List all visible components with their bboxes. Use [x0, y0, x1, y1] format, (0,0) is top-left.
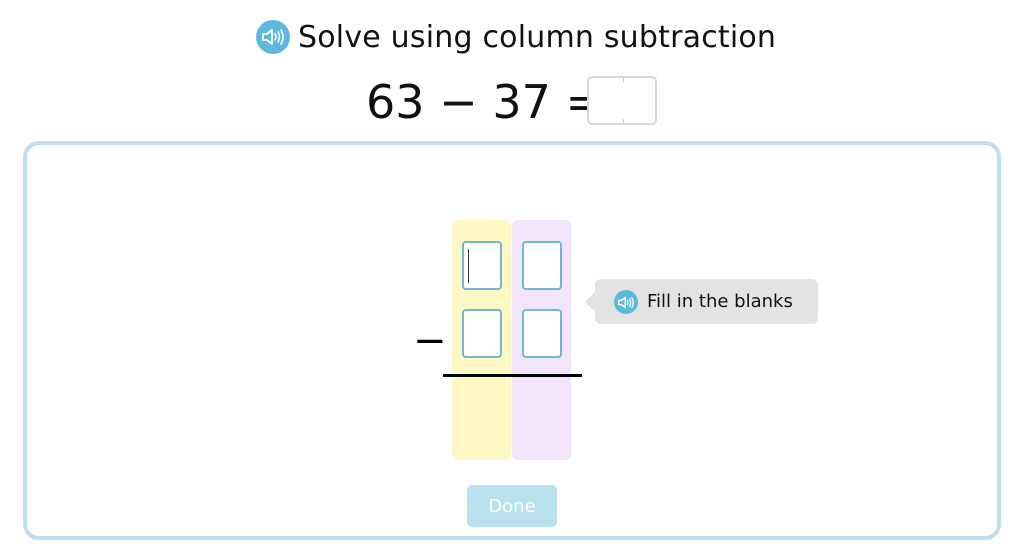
hint-text: Fill in the blanks	[647, 291, 793, 312]
minus-sign: −	[413, 318, 447, 364]
answer-line	[443, 374, 582, 377]
answer-tick-top	[623, 78, 624, 82]
question-title: Solve using column subtraction	[298, 20, 777, 55]
speaker-icon[interactable]	[614, 290, 638, 314]
answer-input[interactable]	[587, 76, 657, 125]
speaker-icon[interactable]	[256, 20, 290, 54]
done-button[interactable]: Done	[467, 485, 557, 527]
hint-bubble: Fill in the blanks	[585, 279, 818, 324]
bottom-ones-input[interactable]	[522, 309, 562, 358]
equation-text: 63 − 37 =	[366, 75, 605, 129]
top-tens-input[interactable]	[462, 241, 502, 290]
speaker-glyph	[262, 29, 284, 45]
speaker-glyph	[618, 296, 634, 308]
equation: 63 − 37 =	[0, 74, 1024, 130]
answer-tick-bottom	[623, 119, 624, 123]
top-ones-input[interactable]	[522, 241, 562, 290]
bottom-tens-input[interactable]	[462, 309, 502, 358]
question-header: Solve using column subtraction	[0, 18, 1024, 58]
text-cursor	[468, 249, 469, 283]
